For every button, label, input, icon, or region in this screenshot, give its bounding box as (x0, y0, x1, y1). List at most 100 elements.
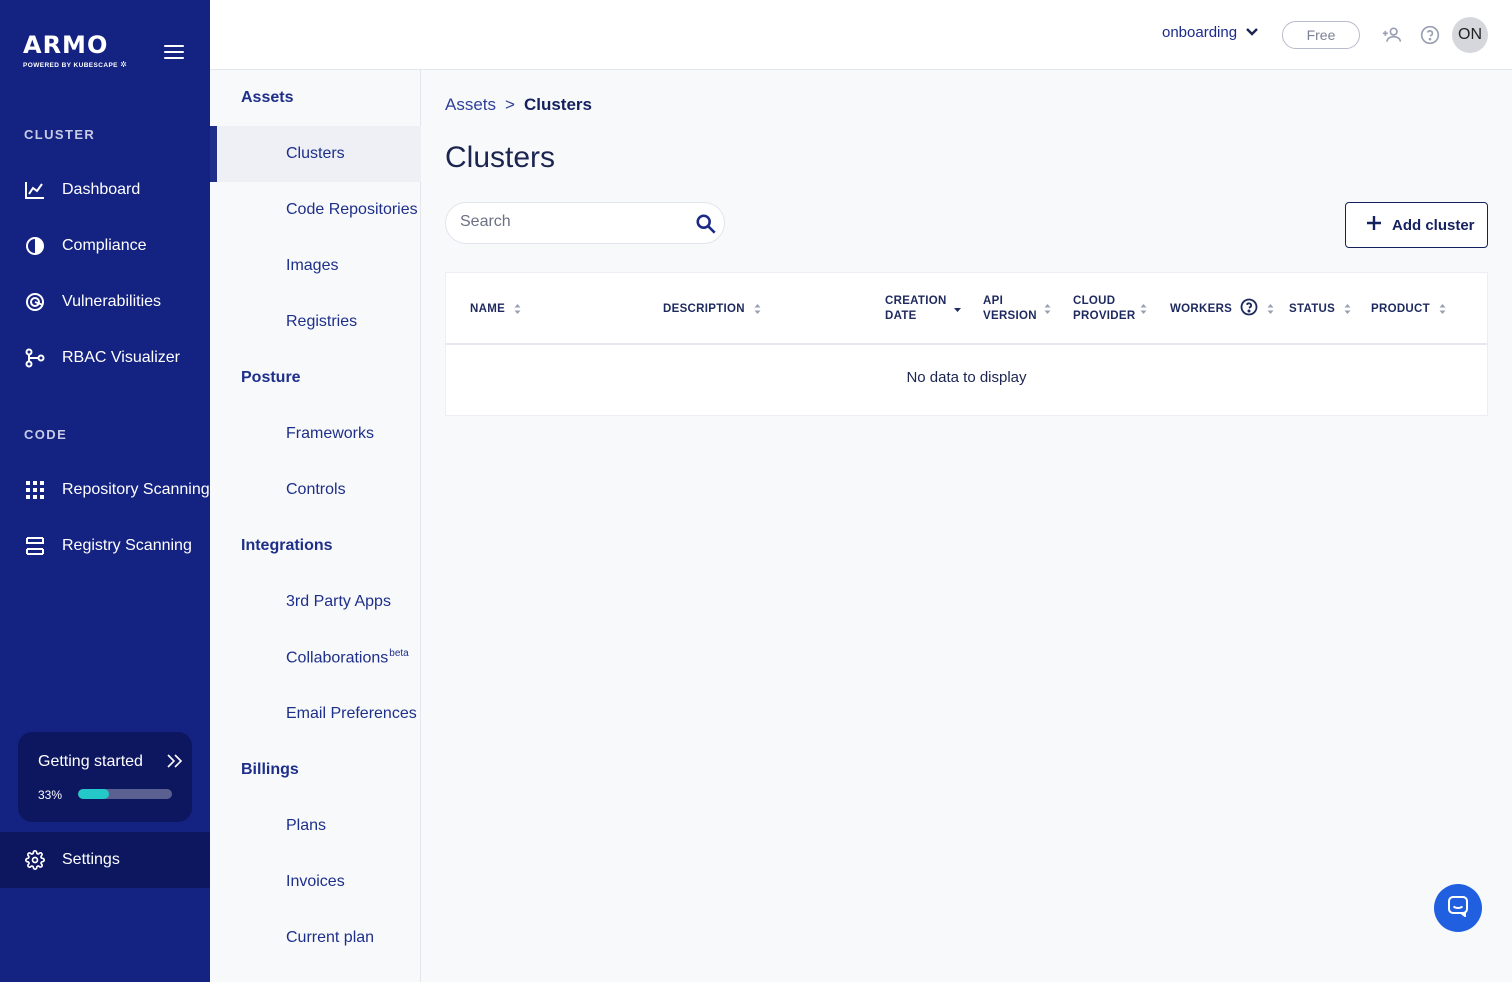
column-label: CLOUD PROVIDER (1073, 295, 1136, 322)
search-icon[interactable] (695, 213, 717, 240)
avatar[interactable]: ON (1452, 17, 1488, 53)
column-header-cloud-provider[interactable]: CLOUD PROVIDER (1073, 273, 1148, 345)
registry-icon (24, 535, 46, 557)
hamburger-menu-icon[interactable] (164, 45, 184, 61)
column-label: WORKERS (1170, 302, 1233, 315)
section-label-cluster: CLUSTER (24, 127, 96, 142)
sort-icon (514, 304, 521, 314)
section-label-code: CODE (24, 427, 68, 442)
chat-launcher-button[interactable] (1434, 884, 1482, 932)
submenu-item-code-repositories[interactable]: Code Repositories (210, 182, 421, 238)
nav-item-dashboard[interactable]: Dashboard (0, 162, 210, 218)
rbac-icon (24, 347, 46, 369)
sort-desc-icon (954, 308, 961, 312)
nav-item-registry-scanning[interactable]: Registry Scanning (0, 518, 210, 574)
chevron-down-icon (1245, 24, 1259, 41)
page-title: Clusters (445, 141, 556, 174)
gear-icon (24, 849, 46, 871)
sort-icon (1439, 304, 1446, 314)
sort-icon (1044, 304, 1051, 314)
column-header-status[interactable]: STATUS (1289, 273, 1352, 345)
column-label: API VERSION (983, 295, 1037, 322)
submenu-label: Current plan (286, 929, 375, 946)
sort-icon (1344, 304, 1351, 314)
column-header-description[interactable]: DESCRIPTION (663, 273, 762, 345)
nav-item-vulnerabilities[interactable]: Vulnerabilities (0, 274, 210, 330)
submenu-item-3rd-party-apps[interactable]: 3rd Party Apps (210, 574, 421, 630)
submenu-label: Invoices (286, 873, 345, 890)
nav-item-compliance[interactable]: Compliance (0, 218, 210, 274)
submenu-item-registries[interactable]: Registries (210, 294, 421, 350)
getting-started-label: Getting started (38, 753, 143, 770)
org-selector[interactable]: onboarding (1162, 24, 1259, 41)
submenu-header-integrations: Integrations (241, 537, 333, 554)
breadcrumb: Assets > Clusters (445, 95, 592, 115)
submenu-header-assets: Assets (241, 89, 294, 106)
nav-label: Repository Scanning (62, 481, 210, 498)
submenu-item-email-preferences[interactable]: Email Preferences (210, 686, 421, 742)
logo-tagline: POWERED BY KUBESCAPE ✲ (23, 60, 128, 69)
breadcrumb-parent[interactable]: Assets (445, 95, 496, 115)
column-label: DESCRIPTION (663, 302, 745, 315)
chat-icon (1447, 895, 1469, 922)
search-input[interactable] (460, 213, 680, 231)
submenu-item-frameworks[interactable]: Frameworks (210, 406, 421, 462)
submenu-item-collaborations[interactable]: Collaborationsbeta (210, 630, 421, 686)
submenu-label: Controls (286, 481, 346, 498)
progress-fill (78, 789, 110, 799)
settings-submenu: Assets Clusters Code Repositories Images… (210, 70, 421, 982)
plus-icon (1366, 215, 1382, 235)
column-header-creation-date[interactable]: CREATION DATE (885, 273, 962, 345)
add-user-icon[interactable] (1382, 25, 1402, 45)
repository-icon (24, 479, 46, 501)
help-circle-icon[interactable] (1240, 298, 1258, 321)
submenu-header-billings: Billings (241, 761, 299, 778)
column-header-name[interactable]: NAME (470, 273, 522, 345)
nav-item-settings[interactable]: Settings (0, 832, 210, 888)
org-name: onboarding (1162, 24, 1238, 41)
submenu-label: Registries (286, 313, 358, 330)
getting-started-card[interactable]: Getting started 33% (18, 732, 192, 822)
breadcrumb-current: Clusters (523, 95, 592, 114)
submenu-item-images[interactable]: Images (210, 238, 421, 294)
nav-label: Settings (62, 851, 120, 868)
table-header: NAME DESCRIPTION CREATION DATE API VERSI… (446, 273, 1487, 345)
armo-logo[interactable]: ARMO POWERED BY KUBESCAPE ✲ (23, 33, 127, 69)
nav-label: Vulnerabilities (62, 293, 162, 310)
submenu-item-plans[interactable]: Plans (210, 798, 421, 854)
sort-icon (754, 304, 761, 314)
column-label: NAME (470, 302, 506, 315)
progress-percent: 33% (38, 788, 63, 802)
main-sidebar: ARMO POWERED BY KUBESCAPE ✲ CLUSTER Dash… (0, 0, 210, 982)
logo-wordmark: ARMO (23, 31, 109, 59)
column-label: STATUS (1289, 302, 1336, 315)
add-cluster-label: Add cluster (1392, 216, 1475, 234)
beta-badge: beta (389, 648, 409, 660)
nav-item-repository-scanning[interactable]: Repository Scanning (0, 462, 210, 518)
submenu-item-controls[interactable]: Controls (210, 462, 421, 518)
sort-icon (1267, 304, 1274, 314)
submenu-item-current-plan[interactable]: Current plan (210, 910, 421, 966)
empty-state-text: No data to display (906, 369, 1027, 386)
submenu-item-invoices[interactable]: Invoices (210, 854, 421, 910)
top-bar: onboarding Free ON (210, 0, 1512, 70)
submenu-label: Frameworks (286, 425, 375, 442)
add-cluster-button[interactable]: Add cluster (1345, 202, 1488, 248)
column-header-workers[interactable]: WORKERS (1170, 273, 1275, 345)
chart-icon (24, 179, 46, 201)
column-label: CREATION DATE (885, 295, 947, 322)
nav-label: RBAC Visualizer (62, 349, 180, 366)
double-chevron-right-icon (166, 754, 184, 773)
column-header-api-version[interactable]: API VERSION (983, 273, 1052, 345)
nav-item-rbac-visualizer[interactable]: RBAC Visualizer (0, 330, 210, 386)
column-header-product[interactable]: PRODUCT (1371, 273, 1447, 345)
submenu-label: Images (286, 257, 339, 274)
submenu-label: Collaborationsbeta (286, 648, 409, 667)
plan-badge[interactable]: Free (1282, 21, 1360, 49)
submenu-item-clusters[interactable]: Clusters (210, 126, 421, 182)
sort-icon (1140, 304, 1147, 314)
submenu-label: Email Preferences (286, 705, 417, 722)
help-icon[interactable] (1420, 25, 1440, 45)
compliance-icon (24, 235, 46, 257)
column-label: PRODUCT (1371, 302, 1430, 315)
